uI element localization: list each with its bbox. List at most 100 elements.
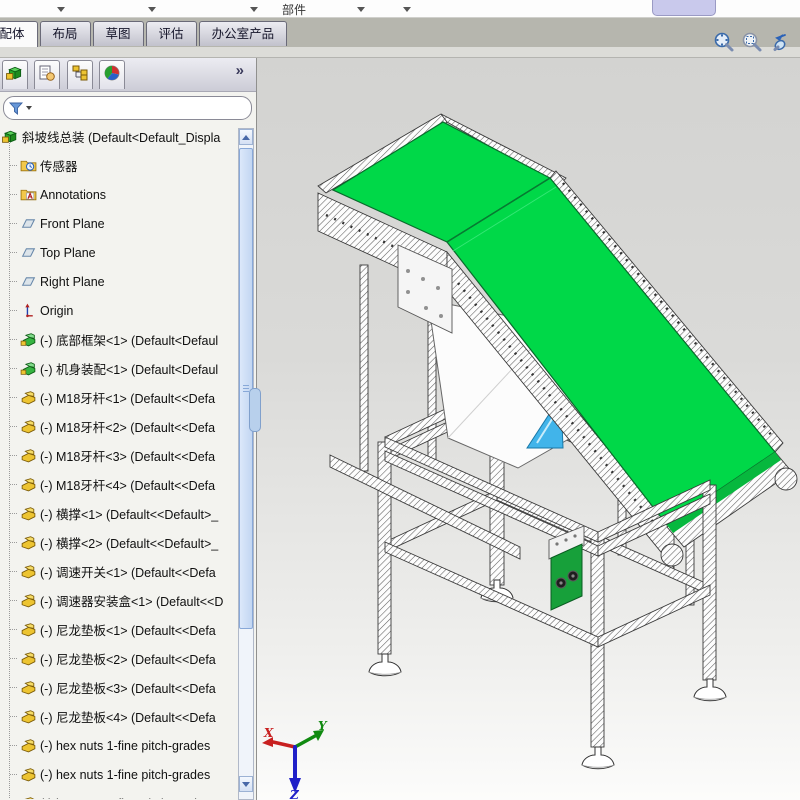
featuremanager-tree-icon[interactable] xyxy=(2,60,28,89)
toolbar-button[interactable] xyxy=(652,0,716,16)
tree-item[interactable]: (-) 机身装配<1> (Default<Defaul xyxy=(0,354,244,383)
scroll-up-button[interactable] xyxy=(239,129,253,145)
tree-item-label: (-) 底部框架<1> (Default<Defaul xyxy=(40,330,218,349)
configurationmanager-icon[interactable] xyxy=(67,60,93,89)
displaymanager-icon[interactable] xyxy=(99,60,125,89)
plane-icon xyxy=(20,273,37,290)
root-assembly-icon xyxy=(2,128,19,145)
part-icon xyxy=(20,737,37,754)
tree-connector xyxy=(10,629,17,631)
tree-item-label: Annotations xyxy=(40,188,106,202)
feature-tree: 斜坡线总装 (Default<Default_Displa 传感器 Annotati… xyxy=(0,122,256,799)
tree-connector xyxy=(10,223,17,225)
tree-item[interactable]: Origin xyxy=(0,296,244,325)
tree-scrollbar[interactable] xyxy=(238,128,254,800)
tree-item[interactable]: (-) M18牙杆<2> (Default<<Defa xyxy=(0,412,244,441)
tabbar-divider xyxy=(0,47,800,58)
dropdown-arrow-icon[interactable] xyxy=(357,7,365,12)
part-icon xyxy=(20,534,37,551)
previous-view-icon[interactable] xyxy=(768,30,792,54)
tree-item[interactable]: (-) hex nuts 1-fine pitch-grades xyxy=(0,789,244,799)
tree-item[interactable]: Right Plane xyxy=(0,267,244,296)
dropdown-arrow-icon[interactable] xyxy=(57,7,65,12)
dropdown-arrow-icon[interactable] xyxy=(250,7,258,12)
filter-dropdown-icon[interactable] xyxy=(26,106,32,110)
dropdown-arrow-icon[interactable] xyxy=(403,7,411,12)
leveling-foot xyxy=(582,747,614,769)
tree-item[interactable]: (-) 横撑<2> (Default<<Default>_ xyxy=(0,528,244,557)
tree-connector xyxy=(10,397,17,399)
tree-connector xyxy=(10,600,17,602)
tree-item-label: (-) 调速开关<1> (Default<<Defa xyxy=(40,562,216,581)
tree-connector xyxy=(10,281,17,283)
tree-item-label: (-) 横撑<2> (Default<<Default>_ xyxy=(40,533,218,552)
tab-2[interactable]: 布局 xyxy=(40,21,91,46)
dropdown-arrow-icon[interactable] xyxy=(148,7,156,12)
tree-item[interactable]: (-) 调速开关<1> (Default<<Defa xyxy=(0,557,244,586)
tree-connector xyxy=(10,310,17,312)
tree-item[interactable]: 传感器 xyxy=(0,151,244,180)
tree-item[interactable]: (-) 尼龙垫板<2> (Default<<Defa xyxy=(0,644,244,673)
tree-connector xyxy=(10,165,17,167)
filter-funnel-icon xyxy=(9,102,23,115)
part-icon xyxy=(20,592,37,609)
scroll-down-button[interactable] xyxy=(239,776,253,792)
menu-strip: 部件 xyxy=(0,0,800,18)
tree-item[interactable]: Annotations xyxy=(0,180,244,209)
propertymanager-icon[interactable] xyxy=(34,60,60,89)
tree-item-label: Top Plane xyxy=(40,246,96,260)
panel-splitter-handle[interactable] xyxy=(249,388,261,432)
zoom-to-fit-icon[interactable] xyxy=(712,30,736,54)
section-view-icon[interactable] xyxy=(796,30,800,54)
tree-connector xyxy=(10,687,17,689)
plane-icon xyxy=(20,244,37,261)
tree-item[interactable]: (-) 底部框架<1> (Default<Defaul xyxy=(0,325,244,354)
subassembly-icon xyxy=(20,331,37,348)
tree-item[interactable]: (-) hex nuts 1-fine pitch-grades xyxy=(0,731,244,760)
tree-item-label: Front Plane xyxy=(40,217,105,231)
part-icon xyxy=(20,389,37,406)
tab-1[interactable]: 装配体 xyxy=(0,21,38,47)
tree-item[interactable]: Top Plane xyxy=(0,238,244,267)
graphics-viewport[interactable]: X Y Z xyxy=(254,57,800,800)
tree-item-label: (-) M18牙杆<3> (Default<<Defa xyxy=(40,446,215,465)
panel-overflow-button[interactable]: » xyxy=(236,62,244,79)
tree-item[interactable]: (-) 调速器安装盒<1> (Default<<D xyxy=(0,586,244,615)
solidworks-window: { "colors": { "belt_green": "#00d848", "… xyxy=(0,0,800,800)
part-icon xyxy=(20,679,37,696)
tree-item[interactable]: (-) 横撑<1> (Default<<Default>_ xyxy=(0,499,244,528)
tree-filter-input[interactable] xyxy=(3,96,252,120)
tree-item[interactable]: 斜坡线总装 (Default<Default_Displa xyxy=(0,122,236,151)
tree-item-label: (-) M18牙杆<1> (Default<<Defa xyxy=(40,388,215,407)
triad-z-label: Z xyxy=(289,788,300,800)
tree-item-label: (-) hex nuts 1-fine pitch-grades xyxy=(40,797,210,800)
conveyor-model: X Y Z xyxy=(260,55,800,800)
tab-3[interactable]: 草图 xyxy=(93,21,144,46)
part-menu-button[interactable]: 部件 xyxy=(282,1,306,18)
tree-connector xyxy=(10,194,17,196)
tree-item[interactable]: (-) M18牙杆<4> (Default<<Defa xyxy=(0,470,244,499)
tree-item[interactable]: Front Plane xyxy=(0,209,244,238)
tree-item[interactable]: (-) 尼龙垫板<3> (Default<<Defa xyxy=(0,673,244,702)
tree-item[interactable]: (-) hex nuts 1-fine pitch-grades xyxy=(0,760,244,789)
tree-item[interactable]: (-) 尼龙垫板<4> (Default<<Defa xyxy=(0,702,244,731)
tree-connector xyxy=(10,455,17,457)
part-icon xyxy=(20,447,37,464)
tree-item-label: (-) hex nuts 1-fine pitch-grades xyxy=(40,768,210,782)
tree-item[interactable]: (-) M18牙杆<3> (Default<<Defa xyxy=(0,441,244,470)
tree-item-label: 斜坡线总装 (Default<Default_Displa xyxy=(22,127,220,146)
tab-5[interactable]: 办公室产品 xyxy=(199,21,288,46)
origin-icon xyxy=(20,302,37,319)
tree-item[interactable]: (-) 尼龙垫板<1> (Default<<Defa xyxy=(0,615,244,644)
part-icon xyxy=(20,418,37,435)
tree-item[interactable]: (-) M18牙杆<1> (Default<<Defa xyxy=(0,383,244,412)
tree-connector xyxy=(10,542,17,544)
tab-4[interactable]: 评估 xyxy=(146,21,197,46)
part-icon xyxy=(20,708,37,725)
tree-connector xyxy=(10,513,17,515)
tree-item-label: (-) 尼龙垫板<3> (Default<<Defa xyxy=(40,678,216,697)
tree-item-label: (-) 横撑<1> (Default<<Default>_ xyxy=(40,504,218,523)
tree-connector xyxy=(10,252,17,254)
tree-item-label: (-) 尼龙垫板<1> (Default<<Defa xyxy=(40,620,216,639)
zoom-to-area-icon[interactable] xyxy=(740,30,764,54)
